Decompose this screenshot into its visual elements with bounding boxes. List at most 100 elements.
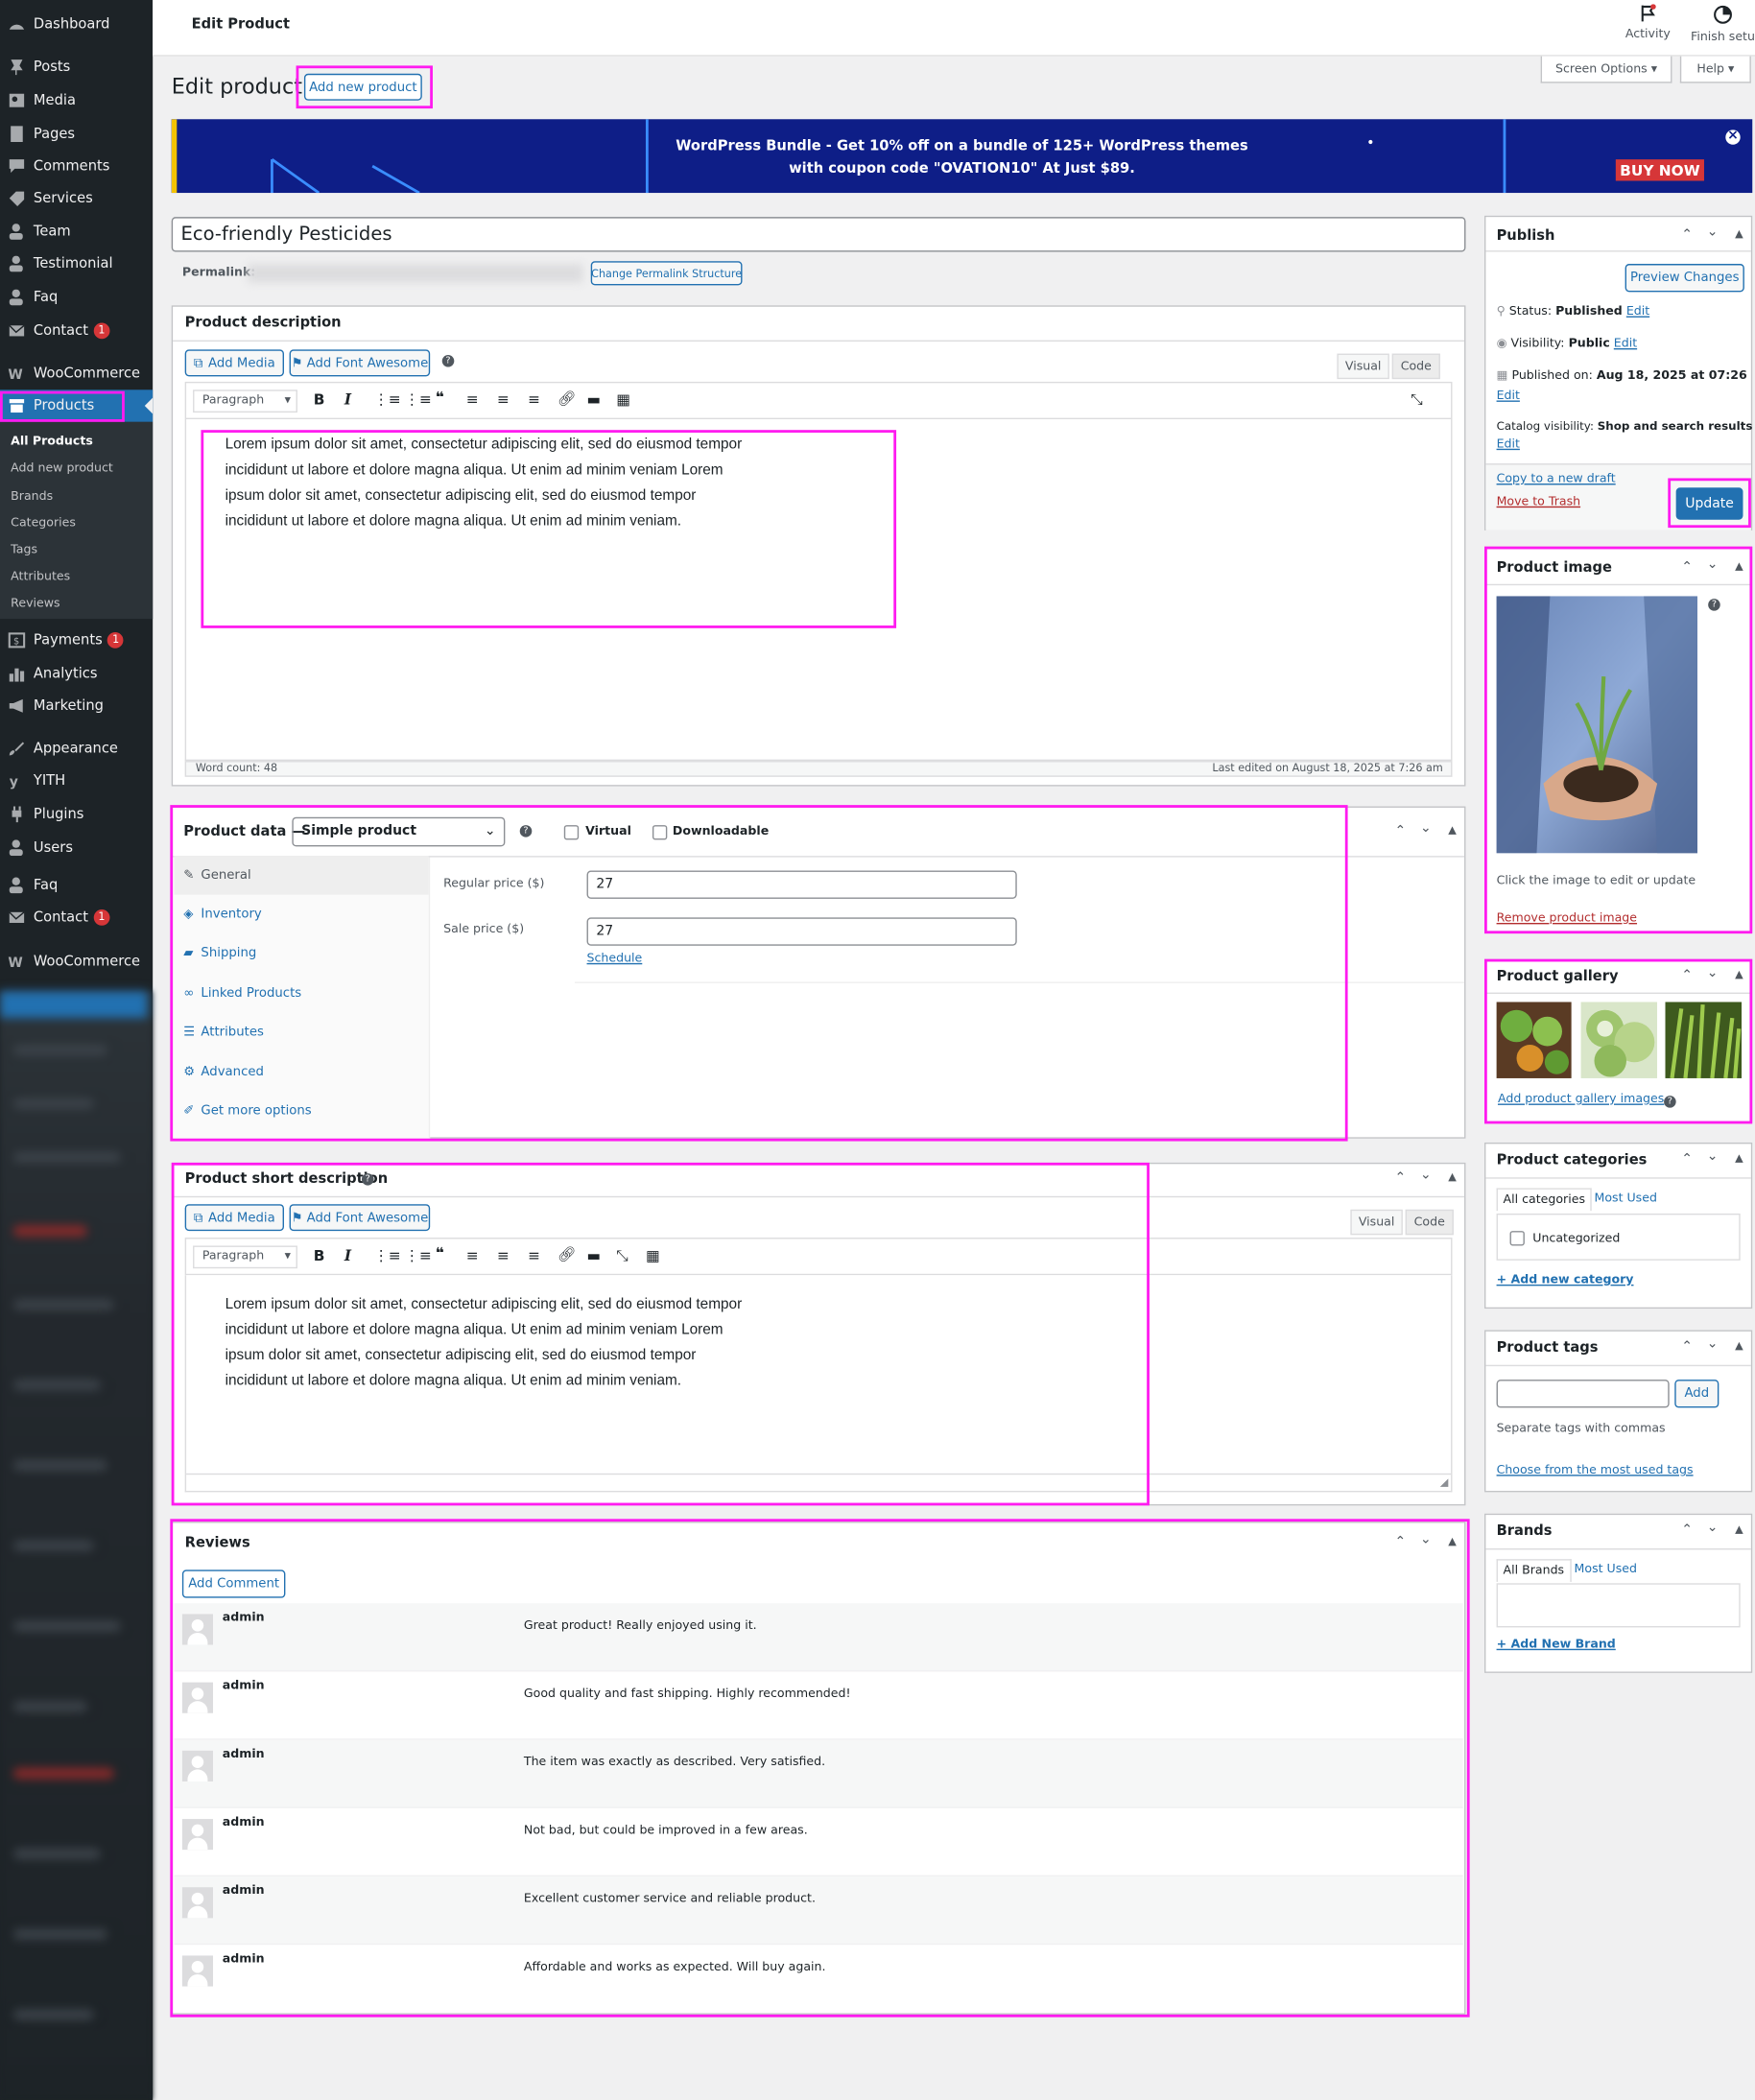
tab-advanced[interactable]: ⚙ Advanced [175,1052,429,1091]
menu-services[interactable]: Services [0,182,153,215]
menu-woocommerce[interactable]: W WooCommerce [0,358,153,390]
move-down-icon[interactable]: ⌄ [1420,1532,1432,1546]
add-new-brand-link[interactable]: + Add New Brand [1497,1639,1616,1652]
tab-code[interactable]: Code [1391,353,1440,380]
menu-yith[interactable]: y YITH [0,765,153,797]
menu-users[interactable]: Users [0,832,153,864]
align-center-icon[interactable]: ≡ [497,391,510,409]
tag-input[interactable] [1496,1380,1670,1408]
move-up-icon[interactable]: ⌃ [1681,1152,1693,1167]
finish-setup-button[interactable]: Finish setup [1691,4,1755,47]
uncategorized-checkbox[interactable] [1509,1231,1525,1246]
move-up-icon[interactable]: ⌃ [1394,1535,1406,1549]
toggle-panel-icon[interactable]: ▲ [1735,968,1743,980]
tab-most-used-brands[interactable]: Most Used [1575,1563,1637,1576]
link-icon[interactable]: 🔗︎ [557,1245,577,1262]
align-left-icon[interactable]: ≡ [466,391,479,409]
review-row[interactable]: admin Excellent customer service and reli… [174,1876,1463,1946]
read-more-icon[interactable]: ▬ [587,1247,602,1264]
align-right-icon[interactable]: ≡ [528,1247,540,1264]
review-row[interactable]: admin Not bad, but could be improved in a… [174,1807,1463,1877]
activity-button[interactable]: Activity [1621,4,1674,47]
move-down-icon[interactable]: ⌄ [1420,1168,1432,1182]
toggle-panel-icon[interactable]: ▲ [1448,1170,1457,1183]
description-editor[interactable]: Lorem ipsum dolor sit amet, consectetur … [184,419,1453,762]
gallery-image-grass[interactable] [1665,1002,1743,1078]
menu-team[interactable]: Team [0,216,153,248]
move-up-icon[interactable]: ⌃ [1681,968,1693,982]
format-select[interactable]: Paragraph ▾ [193,389,297,413]
align-left-icon[interactable]: ≡ [466,1247,479,1264]
move-up-icon[interactable]: ⌃ [1681,1339,1693,1354]
screen-options-button[interactable]: Screen Options ▾ [1540,56,1672,83]
add-gallery-images-link[interactable]: Add product gallery images [1498,1093,1664,1106]
edit-date-link[interactable]: Edit [1497,389,1520,403]
move-down-icon[interactable]: ⌄ [1707,966,1719,980]
promo-banner[interactable]: WordPress Bundle - Get 10% off on a bund… [171,119,1753,194]
review-row[interactable]: admin Affordable and works as expected. W… [174,1945,1463,2014]
submenu-attributes[interactable]: Attributes [0,564,153,591]
menu-posts[interactable]: Posts [0,51,153,83]
help-icon[interactable]: ? [519,825,533,838]
italic-icon[interactable]: I [344,1247,351,1264]
help-icon[interactable]: ? [1708,599,1720,611]
virtual-checkbox[interactable] [563,825,580,840]
bullet-list-icon[interactable]: ⋮≡ [374,1247,401,1264]
tab-inventory[interactable]: ◈ Inventory [175,895,429,933]
menu-pages[interactable]: Pages [0,118,153,151]
blockquote-icon[interactable]: ❝ [436,1244,444,1262]
help-button[interactable]: Help ▾ [1679,56,1751,83]
resize-handle-icon[interactable]: ◢ [1440,1476,1449,1489]
move-up-icon[interactable]: ⌃ [1681,227,1693,242]
gallery-image-cabbage[interactable] [1580,1002,1658,1078]
tab-all-brands[interactable]: All Brands [1496,1559,1572,1582]
toggle-panel-icon[interactable]: ▲ [1735,1522,1743,1535]
gallery-image-vegetables[interactable] [1496,1002,1572,1078]
fullscreen-icon[interactable]: ⤡ [616,1247,628,1266]
help-icon[interactable]: ? [441,354,455,367]
blockquote-icon[interactable]: ❝ [436,389,444,406]
link-icon[interactable]: 🔗︎ [557,389,577,407]
align-center-icon[interactable]: ≡ [497,1247,510,1264]
read-more-icon[interactable]: ▬ [587,391,602,409]
menu-woocommerce-2[interactable]: W WooCommerce [0,946,153,979]
submenu-tags[interactable]: Tags [0,537,153,564]
product-type-select[interactable]: Simple product ⌄ [292,816,506,847]
sale-price-input[interactable]: 27 [586,917,1017,946]
product-title-input[interactable]: Eco-friendly Pesticides [171,217,1466,252]
toggle-panel-icon[interactable]: ▲ [1735,1152,1743,1165]
preview-changes-button[interactable]: Preview Changes [1625,264,1744,293]
add-new-product-button[interactable]: Add new product [303,73,422,101]
menu-analytics[interactable]: Analytics [0,658,153,691]
buy-now-button[interactable]: BUY NOW [1615,159,1704,181]
submenu-categories[interactable]: Categories [0,510,153,537]
short-add-font-awesome-button[interactable]: ⚑ Add Font Awesome [289,1204,431,1232]
move-up-icon[interactable]: ⌃ [1394,824,1406,838]
choose-most-used-tags-link[interactable]: Choose from the most used tags [1497,1464,1694,1477]
tab-general[interactable]: ✎ General [174,856,429,895]
product-image-thumbnail[interactable] [1496,596,1697,854]
add-tag-button[interactable]: Add [1674,1380,1719,1408]
change-permalink-button[interactable]: Change Permalink Structure [590,261,743,286]
schedule-link[interactable]: Schedule [587,953,643,966]
add-comment-button[interactable]: Add Comment [181,1569,286,1598]
menu-testimonial[interactable]: Testimonial [0,248,153,280]
toolbar-toggle-icon[interactable]: ▦ [646,1247,660,1264]
update-button[interactable]: Update [1675,487,1743,520]
edit-catalog-link[interactable]: Edit [1497,438,1520,452]
toggle-panel-icon[interactable]: ▲ [1735,1339,1743,1352]
edit-status-link[interactable]: Edit [1626,305,1649,319]
copy-to-draft-link[interactable]: Copy to a new draft [1497,473,1616,486]
toggle-panel-icon[interactable]: ▲ [1448,1535,1457,1547]
numbered-list-icon[interactable]: ⋮≡ [405,391,432,409]
move-up-icon[interactable]: ⌃ [1681,1522,1693,1537]
short-add-media-button[interactable]: ⧉ Add Media [184,1204,284,1232]
short-format-select[interactable]: Paragraph ▾ [193,1245,297,1269]
menu-contact[interactable]: Contact 1 [0,315,153,347]
bullet-list-icon[interactable]: ⋮≡ [374,391,401,409]
tab-visual[interactable]: Visual [1337,353,1389,380]
menu-media[interactable]: Media [0,84,153,117]
bold-icon[interactable]: B [314,1247,325,1264]
help-icon[interactable]: ? [361,1173,374,1186]
toggle-panel-icon[interactable]: ▲ [1448,824,1457,837]
